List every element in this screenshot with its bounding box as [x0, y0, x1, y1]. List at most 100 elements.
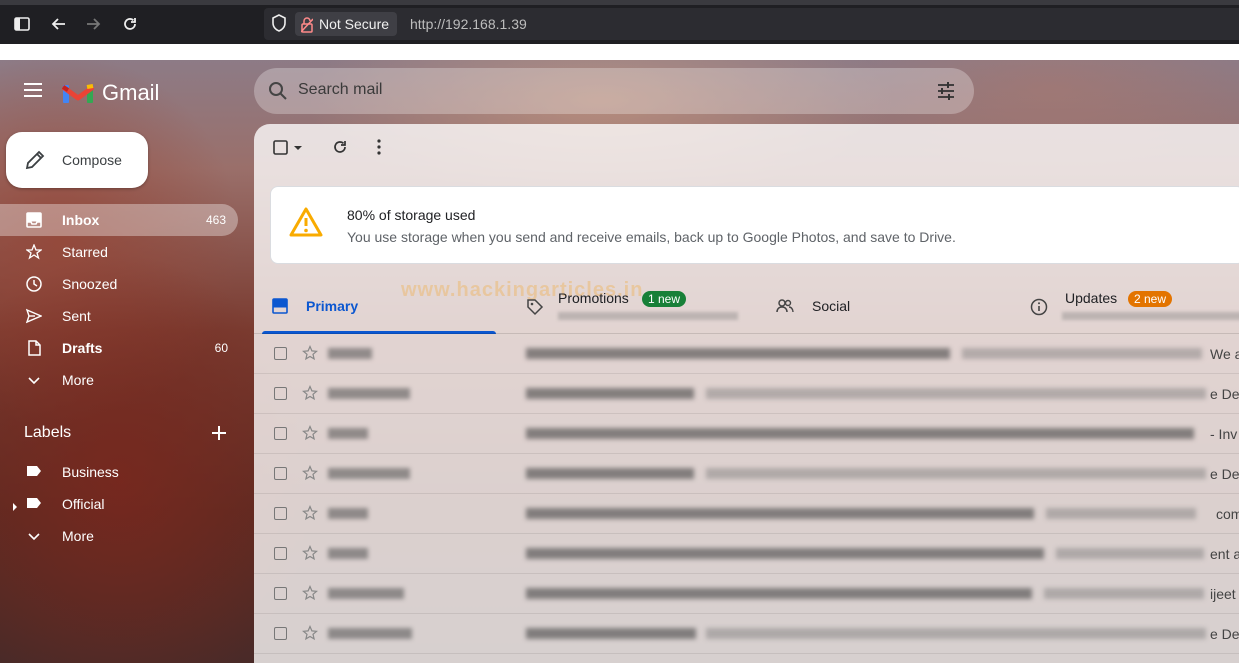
- inbox-icon: [26, 212, 42, 231]
- sender-name: [328, 388, 410, 399]
- email-row[interactable]: ijeet: [254, 574, 1239, 614]
- clock-icon: [26, 276, 42, 295]
- main-menu-icon[interactable]: [22, 80, 46, 104]
- tab-label: Promotions: [558, 290, 629, 306]
- search-options-icon[interactable]: [936, 81, 956, 106]
- sidebar-item-snoozed[interactable]: Snoozed: [0, 268, 240, 300]
- new-badge: 1 new: [642, 291, 687, 307]
- sidebar-item-more[interactable]: More: [0, 364, 240, 396]
- sidebar-item-starred[interactable]: Starred: [0, 236, 240, 268]
- row-checkbox[interactable]: [274, 387, 287, 400]
- email-subject: [526, 588, 1032, 599]
- lock-warning-icon: [300, 16, 314, 40]
- row-checkbox[interactable]: [274, 427, 287, 440]
- star-icon[interactable]: [302, 384, 318, 406]
- category-tabs: Primary Promotions 1 new Social Updates …: [254, 278, 1239, 334]
- email-row[interactable]: ent a: [254, 534, 1239, 574]
- gmail-logo[interactable]: Gmail: [62, 80, 159, 106]
- sidebar-item-label: Starred: [62, 244, 108, 260]
- select-all-checkbox[interactable]: [272, 138, 306, 163]
- email-row[interactable]: e Dea: [254, 374, 1239, 414]
- tab-social[interactable]: Social: [758, 278, 1008, 334]
- email-row[interactable]: - Inv: [254, 414, 1239, 454]
- sender-name: [328, 588, 404, 599]
- label-name: Official: [62, 496, 105, 512]
- security-label: Not Secure: [319, 16, 390, 32]
- tab-promotions[interactable]: Promotions 1 new: [508, 278, 758, 334]
- forward-icon[interactable]: [81, 10, 107, 38]
- add-label-icon[interactable]: [210, 424, 228, 447]
- sidebar-item-sent[interactable]: Sent: [0, 300, 240, 332]
- people-icon: [776, 298, 794, 319]
- email-subject: [526, 348, 950, 359]
- email-subject: [526, 428, 1194, 439]
- sidebar-item-inbox[interactable]: Inbox 463: [0, 204, 238, 236]
- sidebar-toggle-icon[interactable]: [9, 10, 35, 38]
- row-checkbox[interactable]: [274, 347, 287, 360]
- security-indicator[interactable]: Not Secure: [295, 12, 398, 36]
- star-icon[interactable]: [302, 424, 318, 446]
- labels-heading: Labels: [24, 424, 72, 441]
- email-row[interactable]: e Dea: [254, 454, 1239, 494]
- row-checkbox[interactable]: [274, 547, 287, 560]
- more-options-icon[interactable]: [371, 138, 387, 161]
- star-icon[interactable]: [302, 624, 318, 646]
- tab-primary[interactable]: Primary: [254, 278, 504, 334]
- tab-updates[interactable]: Updates 2 new: [1012, 278, 1239, 334]
- shield-icon[interactable]: [272, 14, 286, 37]
- mail-list-panel: 80% of storage used You use storage when…: [254, 124, 1239, 663]
- sender-name: [328, 428, 368, 439]
- storage-title: 80% of storage used: [347, 207, 476, 223]
- sidebar-item-label: Snoozed: [62, 276, 118, 292]
- email-row[interactable]: e Dea: [254, 614, 1239, 654]
- tab-snippet: [1062, 312, 1239, 320]
- chevron-down-icon: [26, 528, 42, 547]
- email-snippet: [1044, 588, 1204, 599]
- tab-label: Updates: [1065, 290, 1118, 306]
- email-snippet: [706, 468, 1206, 479]
- gmail-app: Gmail Search mail Compose Inbox 463 Star…: [0, 60, 1239, 663]
- row-checkbox[interactable]: [274, 467, 287, 480]
- snippet-tail: e Dea: [1210, 466, 1239, 482]
- star-icon[interactable]: [302, 544, 318, 566]
- url-bar[interactable]: Not Secure http://192.168.1.39: [264, 8, 1239, 40]
- labels-more[interactable]: More: [0, 520, 240, 552]
- label-name: More: [62, 528, 94, 544]
- storage-warning-banner[interactable]: 80% of storage used You use storage when…: [270, 186, 1239, 301]
- url-text[interactable]: http://192.168.1.39: [410, 16, 527, 32]
- email-snippet: [962, 348, 1202, 359]
- star-icon[interactable]: [302, 584, 318, 606]
- email-snippet: [1046, 508, 1196, 519]
- sidebar-item-drafts[interactable]: Drafts 60: [0, 332, 240, 364]
- label-item-business[interactable]: Business: [0, 456, 240, 488]
- email-list: We a e Dea - Inv: [254, 334, 1239, 654]
- row-checkbox[interactable]: [274, 587, 287, 600]
- compose-button[interactable]: Compose: [6, 132, 148, 188]
- refresh-icon[interactable]: [331, 138, 349, 161]
- star-icon[interactable]: [302, 504, 318, 526]
- label-name: Business: [62, 464, 119, 480]
- gmail-header: Gmail Search mail: [0, 60, 1239, 124]
- email-subject: [526, 508, 1034, 519]
- email-subject: [526, 468, 694, 479]
- label-item-official[interactable]: Official: [0, 488, 240, 520]
- gmail-wordmark: Gmail: [102, 80, 160, 105]
- back-icon[interactable]: [45, 10, 71, 38]
- star-icon[interactable]: [302, 344, 318, 366]
- tag-icon: [526, 298, 544, 321]
- row-checkbox[interactable]: [274, 627, 287, 640]
- send-icon: [25, 308, 43, 327]
- row-checkbox[interactable]: [274, 507, 287, 520]
- star-icon[interactable]: [302, 464, 318, 486]
- email-row[interactable]: We a: [254, 334, 1239, 374]
- inbox-count: 463: [205, 213, 226, 227]
- snippet-tail: e Dea: [1210, 626, 1239, 642]
- expand-arrow-icon[interactable]: [12, 499, 18, 515]
- email-snippet: [706, 388, 1206, 399]
- search-icon[interactable]: [268, 81, 288, 106]
- email-row[interactable]: com: [254, 494, 1239, 534]
- search-input[interactable]: Search mail: [254, 68, 974, 114]
- storage-message: You use storage when you send and receiv…: [347, 229, 956, 245]
- inbox-icon: [272, 298, 288, 319]
- reload-icon[interactable]: [117, 10, 143, 38]
